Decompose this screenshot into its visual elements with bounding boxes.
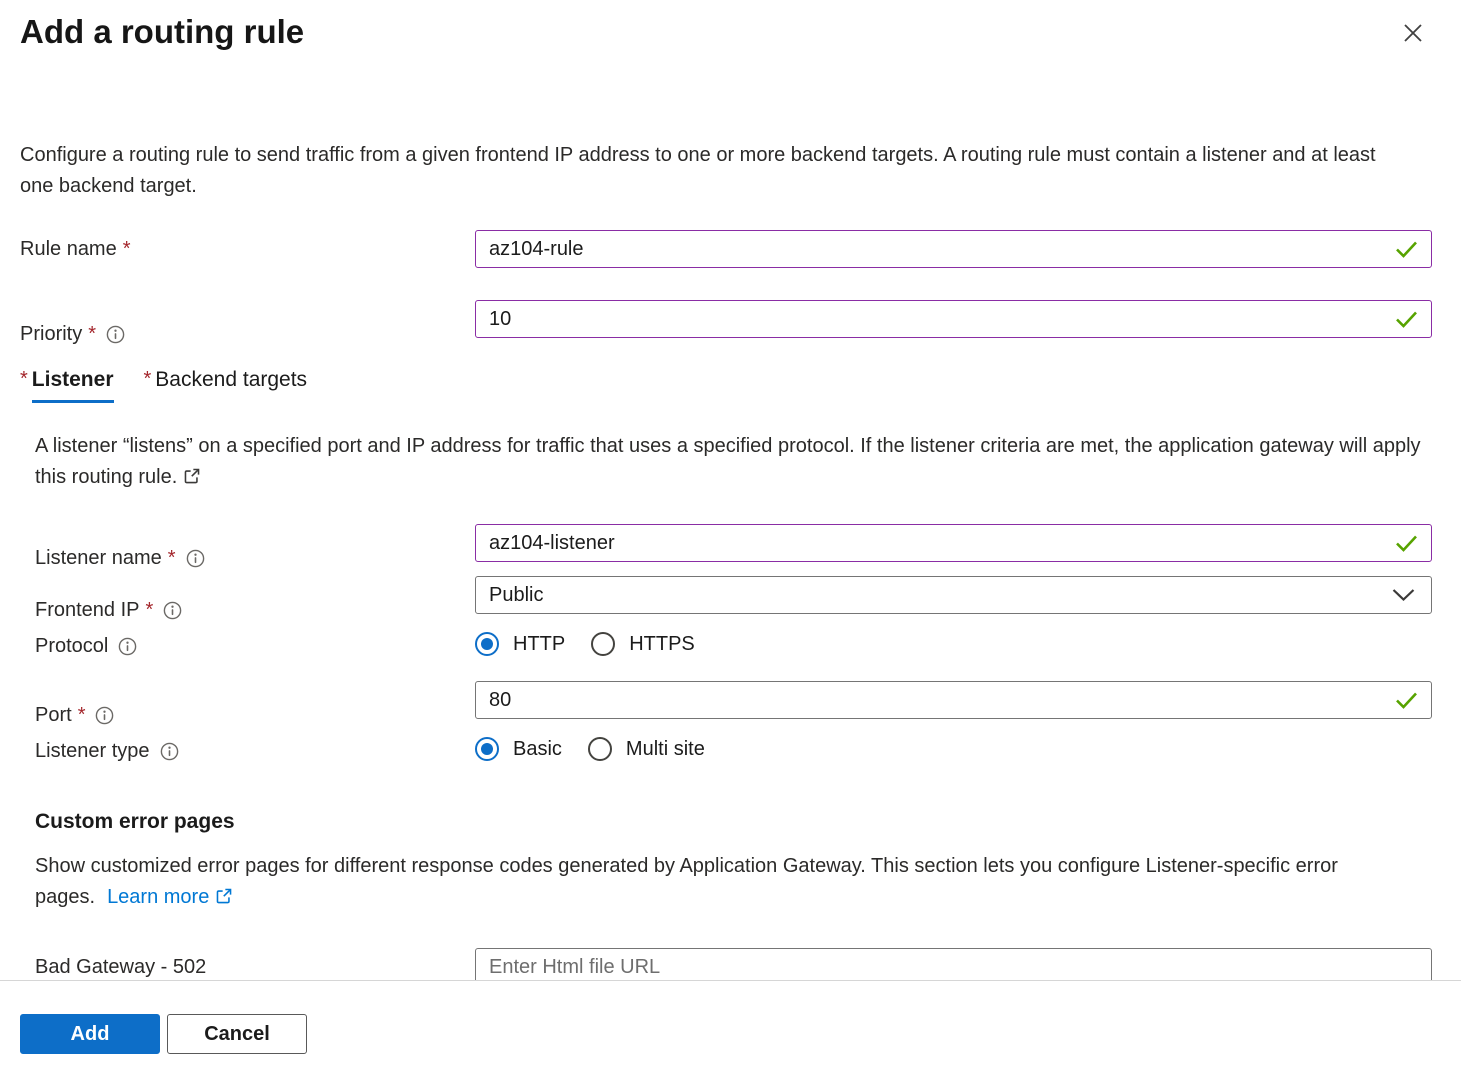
listener-description: A listener “listens” on a specified port… <box>35 431 1430 493</box>
required-marker: * <box>78 704 86 727</box>
protocol-radio-group: HTTP HTTPS <box>475 627 1432 661</box>
radio-multi-site-label: Multi site <box>626 738 705 761</box>
priority-label-group: Priority * <box>20 315 475 353</box>
tab-listener[interactable]: * Listener <box>20 368 114 403</box>
listener-type-radio-group: Basic Multi site <box>475 732 1432 766</box>
listener-name-input[interactable] <box>475 524 1432 562</box>
dialog-content: Add a routing rule Configure a routing r… <box>0 0 1461 980</box>
dialog-description: Configure a routing rule to send traffic… <box>20 140 1380 202</box>
listener-type-label-group: Listener type <box>20 732 475 770</box>
protocol-label: Protocol <box>35 635 108 658</box>
frontend-ip-dropdown[interactable]: Public <box>475 576 1432 614</box>
listener-type-row: Listener type Basic Multi site <box>20 732 1432 770</box>
port-input[interactable] <box>475 681 1432 719</box>
radio-basic[interactable]: Basic <box>475 737 562 761</box>
valid-check-icon <box>1394 533 1419 553</box>
dialog-header: Add a routing rule <box>20 0 1432 54</box>
add-button[interactable]: Add <box>20 1014 160 1054</box>
info-icon[interactable] <box>118 637 137 656</box>
page-title: Add a routing rule <box>20 10 304 54</box>
required-marker: * <box>168 547 176 570</box>
bad-gateway-url-input[interactable] <box>475 948 1432 980</box>
port-row: Port * <box>20 681 1432 719</box>
close-icon <box>1400 34 1426 49</box>
rule-name-label-group: Rule name * <box>20 230 475 268</box>
learn-more-link[interactable]: Learn more <box>107 886 209 908</box>
valid-check-icon <box>1394 309 1419 329</box>
external-link-icon[interactable] <box>215 887 233 905</box>
close-button[interactable] <box>1394 14 1432 52</box>
listener-name-row: Listener name * <box>20 524 1432 562</box>
priority-input[interactable] <box>475 300 1432 338</box>
radio-multi-site[interactable]: Multi site <box>588 737 705 761</box>
radio-unselected-icon <box>588 737 612 761</box>
priority-label: Priority <box>20 323 82 346</box>
bad-gateway-label: Bad Gateway - 502 <box>35 956 206 979</box>
tab-bar: * Listener * Backend targets <box>20 368 1432 403</box>
rule-name-label: Rule name <box>20 238 117 261</box>
frontend-ip-label-group: Frontend IP * <box>20 591 475 629</box>
required-marker: * <box>123 238 131 261</box>
info-icon[interactable] <box>160 742 179 761</box>
tab-backend-targets[interactable]: * Backend targets <box>144 368 308 403</box>
radio-https-label: HTTPS <box>629 633 695 656</box>
frontend-ip-selected-value: Public <box>489 584 543 607</box>
required-marker: * <box>144 368 152 403</box>
external-link-icon[interactable] <box>183 467 201 485</box>
radio-selected-icon <box>475 737 499 761</box>
frontend-ip-row: Frontend IP * Public <box>20 576 1432 614</box>
dialog-footer: Add Cancel <box>0 980 1461 1067</box>
required-marker: * <box>20 368 28 403</box>
custom-error-pages-description: Show customized error pages for differen… <box>35 851 1395 913</box>
custom-error-pages-heading: Custom error pages <box>35 810 1432 834</box>
info-icon[interactable] <box>163 601 182 620</box>
valid-check-icon <box>1394 239 1419 259</box>
priority-row: Priority * <box>20 300 1432 338</box>
bad-gateway-row: Bad Gateway - 502 <box>20 948 1432 980</box>
frontend-ip-label: Frontend IP <box>35 599 140 622</box>
listener-description-text: A listener “listens” on a specified port… <box>35 435 1421 488</box>
required-marker: * <box>146 599 154 622</box>
listener-type-label: Listener type <box>35 740 150 763</box>
port-label-group: Port * <box>20 696 475 734</box>
valid-check-icon <box>1394 690 1419 710</box>
rule-name-row: Rule name * <box>20 230 1432 268</box>
info-icon[interactable] <box>186 549 205 568</box>
info-icon[interactable] <box>95 706 114 725</box>
tab-listener-label: Listener <box>32 368 114 403</box>
protocol-row: Protocol HTTP HTTPS <box>20 627 1432 665</box>
tab-backend-targets-label: Backend targets <box>155 368 307 403</box>
radio-unselected-icon <box>591 632 615 656</box>
radio-selected-icon <box>475 632 499 656</box>
info-icon[interactable] <box>106 325 125 344</box>
protocol-label-group: Protocol <box>20 627 475 665</box>
rule-name-input[interactable] <box>475 230 1432 268</box>
radio-https[interactable]: HTTPS <box>591 632 695 656</box>
radio-http[interactable]: HTTP <box>475 632 565 656</box>
cancel-button[interactable]: Cancel <box>167 1014 307 1054</box>
required-marker: * <box>88 323 96 346</box>
chevron-down-icon <box>1391 587 1416 603</box>
radio-basic-label: Basic <box>513 738 562 761</box>
port-label: Port <box>35 704 72 727</box>
radio-http-label: HTTP <box>513 633 565 656</box>
bad-gateway-label-group: Bad Gateway - 502 <box>20 948 475 980</box>
listener-name-label-group: Listener name * <box>20 539 475 577</box>
listener-name-label: Listener name <box>35 547 162 570</box>
